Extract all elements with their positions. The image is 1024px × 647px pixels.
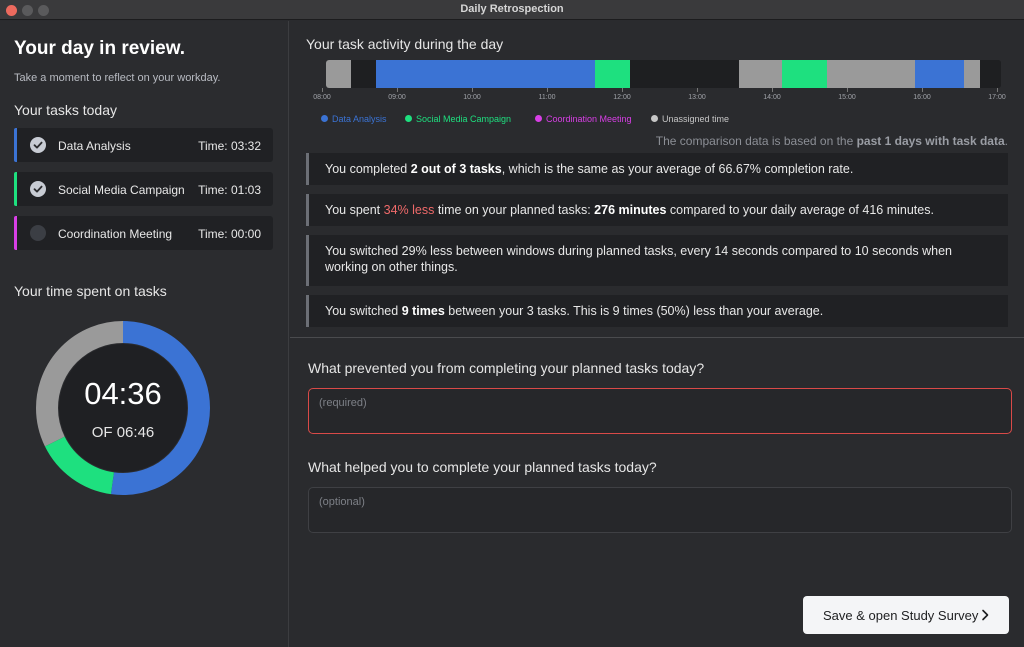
stat-text: You switched 29% less between windows du… — [325, 244, 953, 274]
timeline-segment-none — [629, 60, 739, 88]
sidebar: Your day in review. Take a moment to ref… — [0, 21, 289, 647]
task-name: Data Analysis — [58, 139, 131, 153]
tick-mark — [772, 88, 773, 92]
tick-mark — [472, 88, 473, 92]
task-item-social-media-campaign[interactable]: Social Media Campaign Time: 01:03 — [14, 172, 273, 206]
donut-total-label: OF 06:46 — [91, 424, 155, 441]
comparison-note-text: The comparison data is based on the — [655, 134, 857, 148]
activity-timeline — [326, 60, 1001, 88]
stat-text: You switched — [325, 304, 402, 318]
stat-completion: You completed 2 out of 3 tasks, which is… — [306, 153, 1008, 185]
legend-label: Social Media Campaign — [416, 114, 512, 124]
timeline-segment-none — [979, 60, 1001, 88]
tick-label: 16:00 — [913, 94, 931, 101]
donut-time-value: 04:36 — [84, 376, 162, 411]
timeline-segment-unassigned — [738, 60, 783, 88]
page-subtext: Take a moment to reflect on your workday… — [14, 72, 221, 84]
legend-label: Unassigned time — [662, 114, 730, 124]
task-time: Time: 00:00 — [198, 227, 261, 241]
tick-label: 08:00 — [313, 94, 331, 101]
tick-mark — [697, 88, 698, 92]
timeline-segment-social-media — [782, 60, 828, 88]
stat-text: compared to your daily average of 416 mi… — [666, 203, 934, 217]
stat-text: between your 3 tasks. This is 9 times (5… — [444, 304, 824, 318]
legend-label: Coordination Meeting — [546, 114, 632, 124]
stat-text: You spent — [325, 203, 384, 217]
task-color-bar — [14, 216, 17, 250]
timeline-segment-data-analysis — [914, 60, 964, 88]
legend-dot-icon — [651, 115, 658, 123]
timeline-segment-none — [351, 60, 376, 88]
tick-mark — [922, 88, 923, 92]
legend-item-social-media: Social Media Campaign — [405, 114, 511, 124]
comparison-note: The comparison data is based on the past… — [656, 134, 1008, 148]
legend-item-unassigned: Unassigned time — [651, 114, 729, 124]
tick-label: 14:00 — [763, 94, 781, 101]
tick-label: 10:00 — [463, 94, 481, 101]
task-name: Coordination Meeting — [58, 227, 173, 241]
save-open-survey-button[interactable]: Save & open Study Survey — [803, 596, 1009, 634]
tick-mark — [622, 88, 623, 92]
timeline-segment-unassigned — [827, 60, 915, 88]
tick-label: 11:00 — [538, 94, 556, 101]
task-time: Time: 01:03 — [198, 183, 261, 197]
timeline-axis: 08:00 09:00 10:00 11:00 12:00 13:00 14:00 15:00… — [290, 88, 1024, 101]
tick-label: 15:00 — [838, 94, 856, 101]
main-panel: Your task activity during the day 08:00 0… — [290, 21, 1024, 647]
title-bar: Daily Retrospection — [0, 0, 1024, 20]
section-divider — [290, 337, 1024, 338]
tick-mark — [547, 88, 548, 92]
tick-label: 13:00 — [688, 94, 706, 101]
legend-item-coordination: Coordination Meeting — [535, 114, 632, 124]
task-name: Social Media Campaign — [58, 183, 185, 197]
tick-label: 12:00 — [613, 94, 631, 101]
stat-decrease: 34% less — [383, 203, 435, 217]
unchecked-circle-icon[interactable] — [30, 225, 46, 241]
stat-time-spent: You spent 34% less time on your planned … — [306, 194, 1008, 226]
comparison-note-days: past 1 days with task data — [856, 134, 1005, 148]
legend-dot-icon — [405, 115, 412, 123]
task-time: Time: 03:32 — [198, 139, 261, 153]
legend-label: Data Analysis — [332, 114, 387, 124]
tick-mark — [322, 88, 323, 92]
task-color-bar — [14, 172, 17, 206]
stat-text: You completed — [325, 162, 411, 176]
checkmark-icon[interactable] — [30, 181, 46, 197]
timeline-segment-data-analysis — [376, 60, 595, 88]
tick-label: 17:00 — [988, 94, 1006, 101]
prevented-answer-field[interactable]: (required) — [308, 388, 1012, 434]
page-heading: Your day in review. — [14, 38, 186, 59]
stat-highlight: 276 minutes — [594, 203, 667, 217]
stat-window-switching: You switched 29% less between windows du… — [306, 235, 1008, 286]
time-section-title: Your time spent on tasks — [14, 283, 167, 299]
stat-highlight: 9 times — [401, 304, 445, 318]
stat-task-switching: You switched 9 times between your 3 task… — [306, 295, 1008, 327]
helped-answer-field[interactable]: (optional) — [308, 487, 1012, 533]
tick-mark — [997, 88, 998, 92]
legend-item-data-analysis: Data Analysis — [321, 114, 387, 124]
tick-mark — [847, 88, 848, 92]
comparison-note-suffix: . — [1004, 134, 1008, 148]
save-button-label: Save & open Study Survey — [823, 608, 979, 623]
task-color-bar — [14, 128, 17, 162]
task-item-coordination-meeting[interactable]: Coordination Meeting Time: 00:00 — [14, 216, 273, 250]
stat-highlight: 2 out of 3 tasks — [410, 162, 502, 176]
chevron-right-icon — [982, 609, 989, 621]
legend-dot-icon — [321, 115, 328, 123]
question-helped-label: What helped you to complete your planned… — [308, 459, 657, 475]
timeline-segment-unassigned — [963, 60, 980, 88]
activity-title: Your task activity during the day — [306, 36, 504, 52]
tick-label: 09:00 — [388, 94, 406, 101]
stat-text: , which is the same as your average of 6… — [501, 162, 854, 176]
task-item-data-analysis[interactable]: Data Analysis Time: 03:32 — [14, 128, 273, 162]
tick-mark — [397, 88, 398, 92]
question-prevented-label: What prevented you from completing your … — [308, 360, 705, 376]
timeline-segment-unassigned — [326, 60, 351, 88]
tasks-section-title: Your tasks today — [14, 102, 117, 118]
window-title: Daily Retrospection — [460, 3, 564, 15]
checkmark-icon[interactable] — [30, 137, 46, 153]
stat-text: time on your planned tasks: — [434, 203, 595, 217]
timeline-segment-social-media — [594, 60, 630, 88]
legend-dot-icon — [535, 115, 542, 123]
